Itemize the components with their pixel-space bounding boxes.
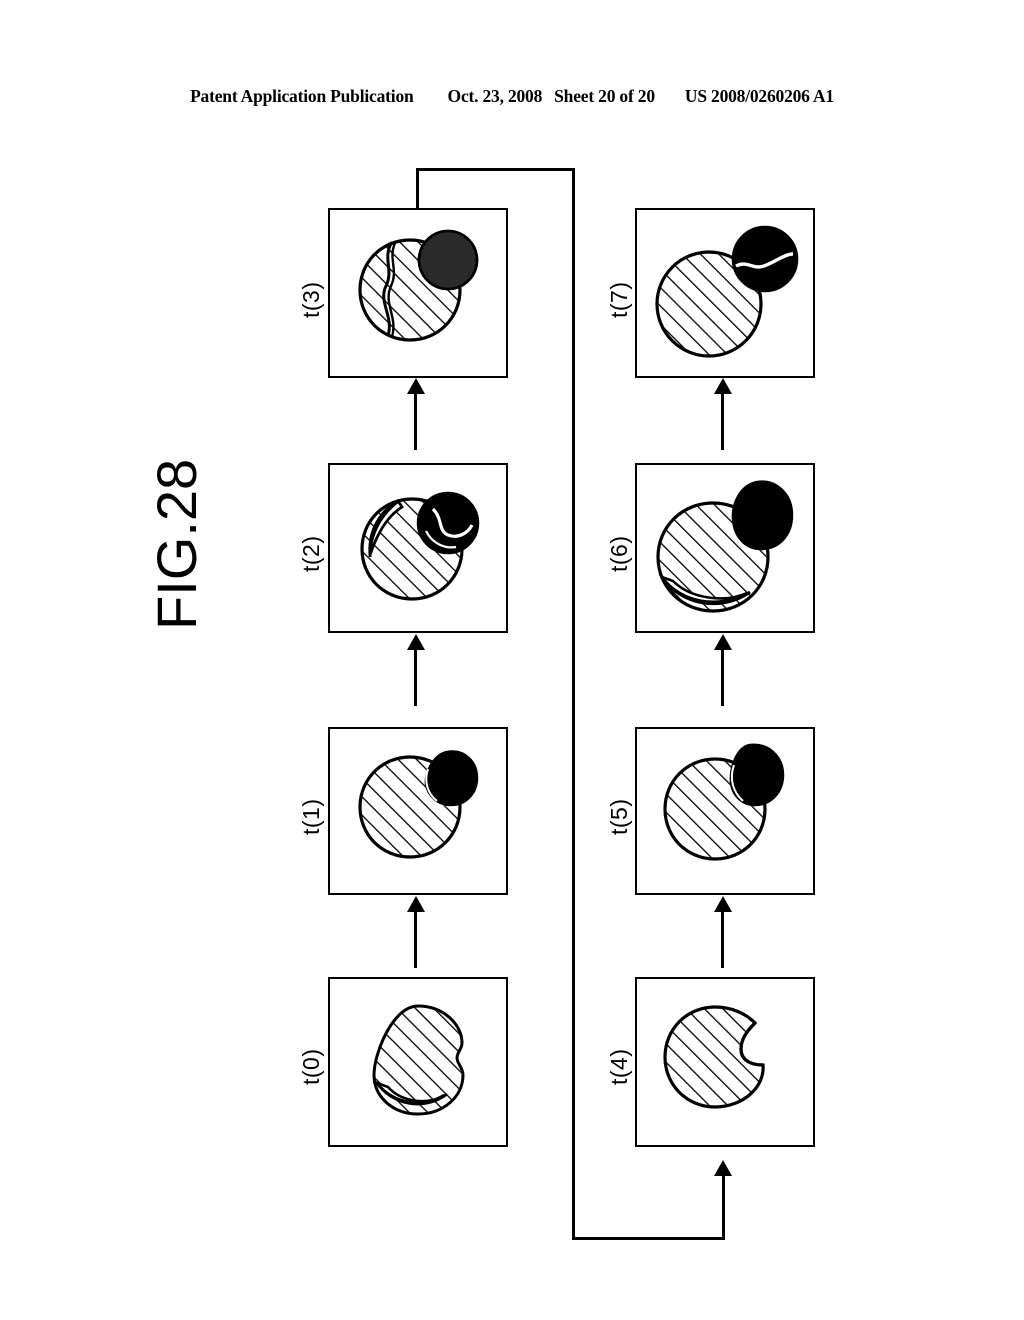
feedback-stub-up: [416, 168, 419, 208]
arrow-head-t0-t1: [407, 896, 425, 912]
panel-t3[interactable]: [328, 208, 508, 378]
panel-t7[interactable]: [635, 208, 815, 378]
panel-t7-drawing: [655, 225, 799, 358]
panel-t5[interactable]: [635, 727, 815, 895]
panel-t5-drawing: [663, 743, 785, 861]
feedback-long-vertical: [572, 168, 575, 1240]
arrow-head-t2-t3: [407, 378, 425, 394]
panel-t2[interactable]: [328, 463, 508, 633]
panel-t6[interactable]: [635, 463, 815, 633]
arrow-head-t1-t2: [407, 634, 425, 650]
panel-label-t1: t(1): [298, 798, 324, 836]
feedback-riser-to-t4: [722, 1175, 725, 1238]
arrow-shaft-t4-t5: [721, 910, 724, 968]
feedback-top-segment: [416, 168, 575, 171]
panel-label-t0: t(0): [298, 1048, 324, 1086]
panel-t4[interactable]: [635, 977, 815, 1147]
feedback-bottom-segment: [572, 1237, 725, 1240]
arrow-shaft-t0-t1: [414, 910, 417, 968]
panel-t2-drawing: [360, 491, 480, 601]
panel-label-t7: t(7): [606, 281, 632, 319]
figure-diagram: t(0) t(1) t(2) t(3) t(4) t(5) t(6) t(7): [0, 0, 1024, 1320]
panel-t4-drawing: [663, 1005, 765, 1109]
arrow-shaft-t5-t6: [721, 648, 724, 706]
arrow-shaft-t2-t3: [414, 392, 417, 450]
panel-t6-drawing: [656, 480, 794, 613]
arrow-head-t5-t6: [714, 634, 732, 650]
panel-t1[interactable]: [328, 727, 508, 895]
panel-t1-drawing: [358, 750, 479, 859]
panel-label-t4: t(4): [606, 1048, 632, 1086]
panel-t0-drawing: [372, 1004, 465, 1116]
arrow-head-t4-t5: [714, 896, 732, 912]
panel-label-t6: t(6): [606, 535, 632, 573]
panel-t3-drawing: [358, 229, 479, 342]
panel-t0[interactable]: [328, 977, 508, 1147]
arrow-shaft-t6-t7: [721, 392, 724, 450]
panel-label-t5: t(5): [606, 798, 632, 836]
panel-label-t3: t(3): [298, 281, 324, 319]
panel-label-t2: t(2): [298, 535, 324, 573]
feedback-arrow-into-t4: [714, 1160, 732, 1176]
arrow-shaft-t1-t2: [414, 648, 417, 706]
arrow-head-t6-t7: [714, 378, 732, 394]
